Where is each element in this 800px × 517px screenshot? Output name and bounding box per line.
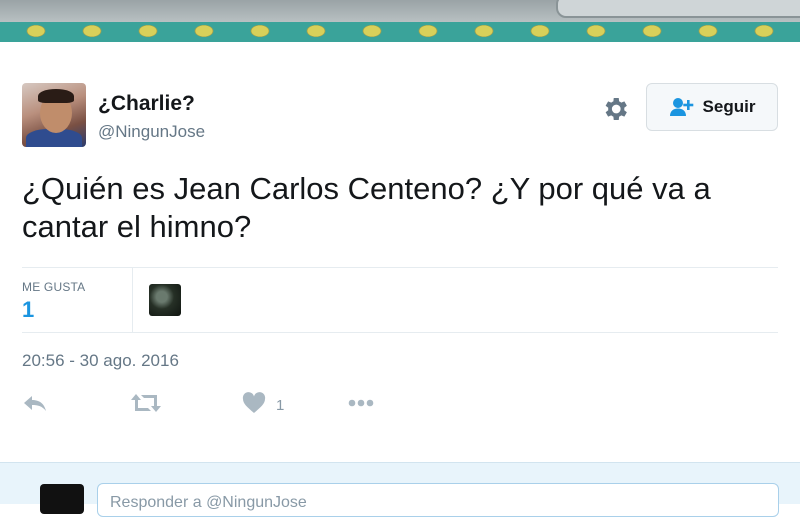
avatar-hair	[38, 89, 74, 103]
likes-count[interactable]: 1	[22, 297, 34, 323]
top-search-box[interactable]	[556, 0, 800, 18]
add-user-icon	[669, 97, 695, 117]
likes-label[interactable]: ME GUSTA	[22, 280, 85, 294]
author-name[interactable]: ¿Charlie?	[98, 92, 195, 116]
profile-banner	[0, 0, 800, 42]
tweet-card: ¿Charlie? @NingunJose Seguir ¿Quién es J…	[0, 42, 800, 462]
tweet-stats: ME GUSTA 1	[22, 267, 778, 333]
tweet-timestamp[interactable]: 20:56 - 30 ago. 2016	[22, 351, 179, 371]
current-user-avatar	[40, 484, 84, 514]
like-count: 1	[276, 397, 285, 414]
retweet-button[interactable]	[130, 392, 162, 419]
reply-icon	[22, 392, 48, 419]
like-button[interactable]: 1	[242, 392, 284, 419]
retweet-icon	[130, 392, 162, 419]
tweet-text: ¿Quién es Jean Carlos Centeno? ¿Y por qu…	[22, 171, 711, 244]
follow-button[interactable]: Seguir	[646, 83, 778, 131]
follow-label: Seguir	[702, 97, 756, 116]
reply-input[interactable]: Responder a @NingunJose	[97, 483, 779, 517]
reply-area: Responder a @NingunJose	[0, 462, 800, 517]
heart-icon	[242, 392, 266, 419]
more-button[interactable]	[346, 392, 376, 419]
author-handle[interactable]: @NingunJose	[98, 122, 205, 142]
reply-button[interactable]	[22, 392, 48, 419]
banner-pattern	[0, 20, 800, 42]
author-avatar[interactable]	[22, 83, 86, 147]
stats-divider	[132, 268, 133, 332]
liker-avatar[interactable]	[149, 284, 181, 316]
gear-icon[interactable]	[600, 94, 630, 124]
more-dots-icon	[346, 392, 376, 419]
